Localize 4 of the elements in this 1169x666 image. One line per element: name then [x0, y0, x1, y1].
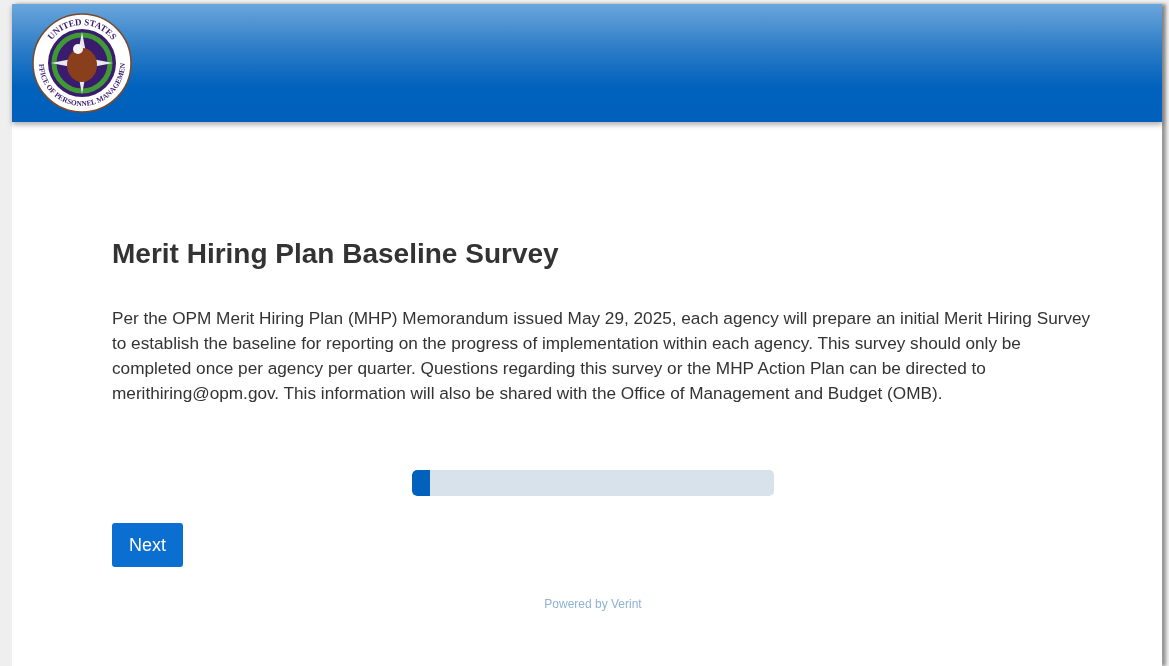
intro-paragraph: Per the OPM Merit Hiring Plan (MHP) Memorandum issued May 29, 2025, each agency will prepare an initial Merit Hiring Survey to establish the baseline for reporting on the progress of implementation within each agency. This survey should only be completed once per agency per quarter. Questions regarding this survey or the MHP Action Plan can be directed to merithiring@opm.gov. This information will also be shared with the Office of Management and Budget (OMB). — [112, 307, 1092, 405]
survey-title: Merit Hiring Plan Baseline Survey — [112, 237, 560, 271]
next-button[interactable]: Next — [112, 523, 183, 567]
powered-by-text: Powered by Verint — [544, 597, 642, 611]
